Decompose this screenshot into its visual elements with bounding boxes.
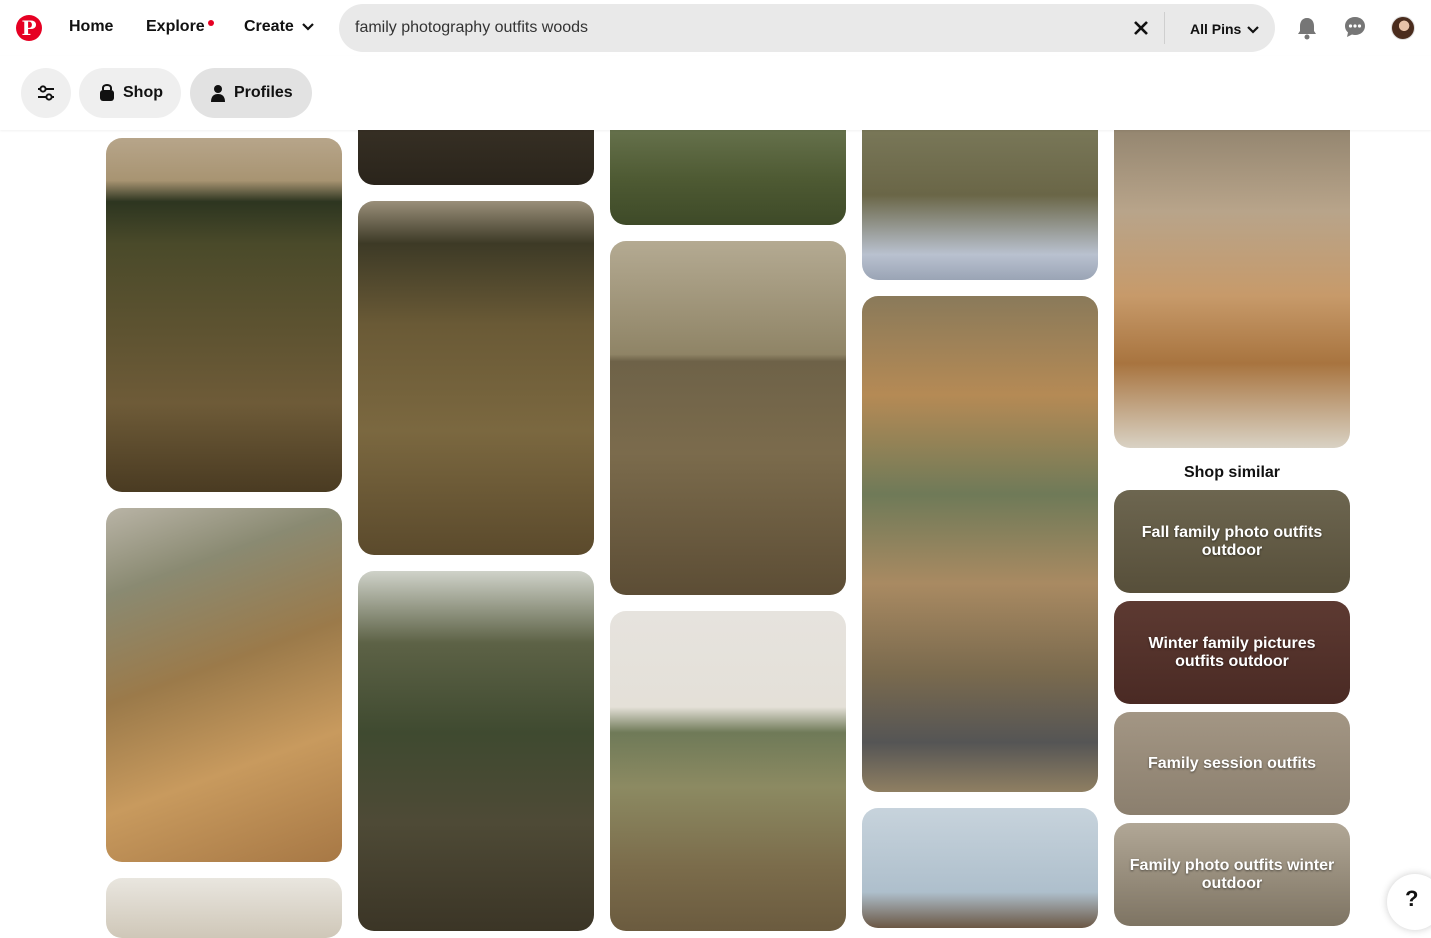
shop-filter-button[interactable]: Shop	[79, 68, 181, 118]
pin-image[interactable]	[358, 571, 594, 931]
pin-image[interactable]	[106, 138, 342, 492]
search-bar[interactable]: family photography outfits woods All Pin…	[339, 4, 1275, 52]
user-avatar[interactable]	[1391, 16, 1415, 40]
nav-home-link[interactable]: Home	[69, 18, 113, 36]
pin-image[interactable]	[610, 611, 846, 931]
nav-explore-link[interactable]: Explore	[146, 18, 205, 36]
bell-icon[interactable]	[1296, 16, 1318, 40]
search-input[interactable]: family photography outfits woods	[355, 19, 588, 37]
help-button[interactable]: ?	[1387, 874, 1431, 930]
pin-image[interactable]	[862, 808, 1098, 928]
pin-image[interactable]	[610, 241, 846, 595]
shop-similar-title: Shop similar	[1183, 464, 1281, 481]
pin-image[interactable]	[106, 508, 342, 862]
sliders-icon	[38, 85, 54, 101]
nav-create-link[interactable]: Create	[244, 18, 294, 36]
shop-similar-card[interactable]: Winter family pictures outfits outdoor	[1114, 601, 1350, 704]
pin-image[interactable]	[862, 296, 1098, 792]
close-icon[interactable]	[1133, 20, 1149, 36]
messages-icon[interactable]	[1344, 16, 1366, 38]
filter-bar: Shop Profiles	[0, 56, 1431, 130]
shop-card-label: Family session outfits	[1147, 754, 1317, 772]
top-navigation-bar: P Home Explore Create family photography…	[0, 0, 1431, 56]
profiles-filter-button[interactable]: Profiles	[190, 68, 312, 118]
pin-image[interactable]	[862, 110, 1098, 280]
search-divider	[1164, 12, 1165, 44]
notification-dot-icon	[208, 20, 214, 26]
pin-image[interactable]	[106, 878, 342, 938]
shop-similar-card[interactable]: Fall family photo outfits outdoor	[1114, 490, 1350, 593]
search-scope-dropdown[interactable]: All Pins	[1190, 21, 1241, 37]
shop-similar-card[interactable]: Family photo outfits winter outdoor	[1114, 823, 1350, 926]
profiles-filter-label: Profiles	[234, 84, 293, 101]
filter-settings-button[interactable]	[21, 68, 71, 118]
shop-card-label: Fall family photo outfits outdoor	[1141, 523, 1323, 559]
pinterest-logo-icon[interactable]: P	[16, 15, 42, 41]
shop-similar-card[interactable]: Family session outfits	[1114, 712, 1350, 815]
shopping-bag-icon	[100, 84, 114, 101]
help-icon: ?	[1405, 886, 1419, 911]
pin-image[interactable]	[1114, 110, 1350, 448]
chevron-down-icon[interactable]	[1247, 25, 1259, 34]
shop-filter-label: Shop	[123, 84, 163, 101]
pin-image[interactable]	[358, 201, 594, 555]
chevron-down-icon[interactable]	[302, 22, 314, 32]
shop-card-label: Family photo outfits winter outdoor	[1129, 856, 1335, 892]
shop-card-label: Winter family pictures outfits outdoor	[1148, 634, 1316, 670]
person-icon	[211, 85, 225, 102]
